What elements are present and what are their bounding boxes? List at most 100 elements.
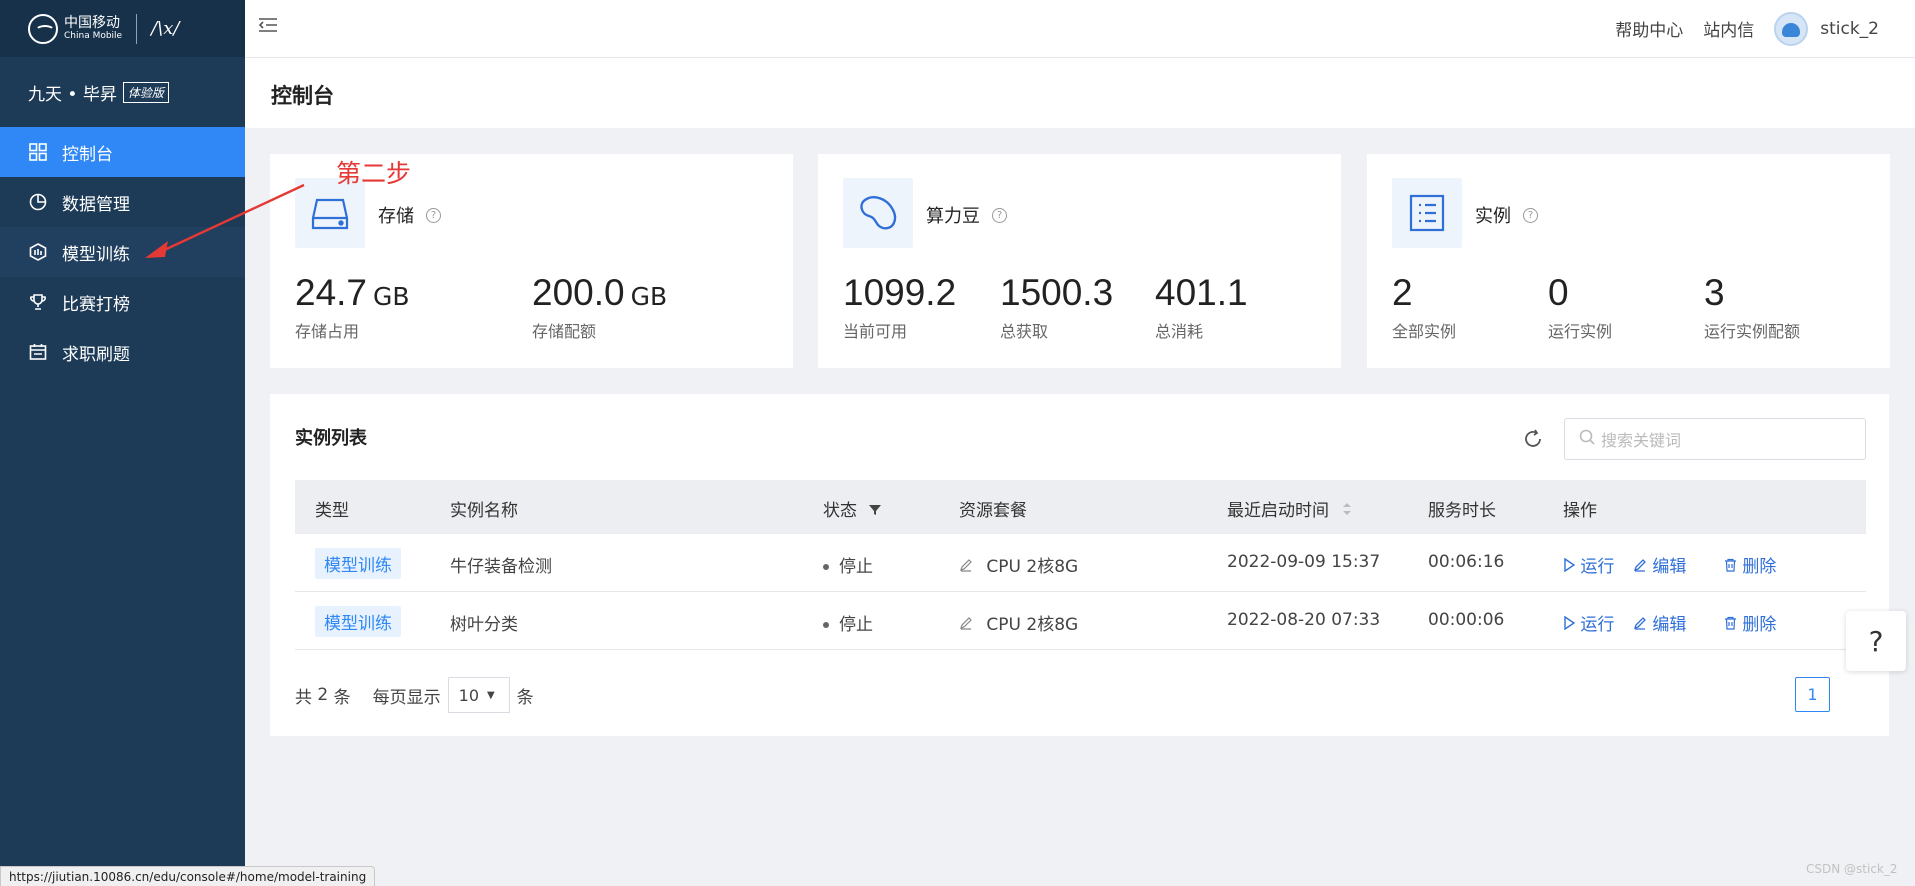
beans-total-value: 1500.3 [1000,272,1114,313]
delete-button[interactable]: 删除 [1724,552,1776,577]
top-header: 帮助中心 站内信 stick_2 [245,0,1915,57]
page-size-select[interactable]: 10 ▼ [447,677,510,713]
page-size-value: 10 [458,685,479,705]
instances-running-label: 运行实例 [1548,322,1613,341]
sidebar-item-label: 比赛打榜 [62,294,130,315]
list-icon [1392,178,1462,248]
col-start-time-label: 最近启动时间 [1227,501,1329,521]
run-label: 运行 [1580,615,1615,635]
pagination-info: 共 2 条 每页显示 10 ▼ 条 [295,677,534,713]
delete-label: 删除 [1742,557,1777,577]
inbox-link[interactable]: 站内信 [1703,16,1754,41]
status-text: 停止 [839,615,873,635]
duration: 00:00:06 [1428,610,1505,630]
question-icon[interactable]: ? [426,207,441,223]
page-heading: 控制台 [245,58,1915,128]
sidebar-item-competition[interactable]: 比赛打榜 [0,277,245,327]
instances-quota-value: 3 [1704,272,1725,313]
run-label: 运行 [1580,557,1615,577]
per-page-suffix: 条 [516,687,534,708]
col-resource: 资源套餐 [959,501,1027,521]
col-duration: 服务时长 [1428,501,1496,521]
header-right: 帮助中心 站内信 stick_2 [1615,0,1915,57]
instances-all: 2 全部实例 [1392,272,1456,342]
resource-text: CPU 2核8G [986,615,1079,635]
page-button-current[interactable]: 1 [1795,677,1830,712]
col-status[interactable]: 状态 [823,496,882,521]
question-icon[interactable]: ? [992,207,1007,223]
instances-quota-label: 运行实例配额 [1704,322,1801,341]
instances-card: 实例 ? 2 全部实例 0 运行实例 3 运行实例配额 [1367,154,1890,368]
status-dot-icon [823,564,829,570]
annotation-arrow-icon [145,183,305,258]
trophy-icon [28,292,48,312]
delete-label: 删除 [1742,615,1777,635]
status-dot-icon [823,622,829,628]
run-button[interactable]: 运行 [1563,610,1614,635]
edit-button[interactable]: 编辑 [1633,552,1686,577]
storage-quota-unit: GB [630,282,668,311]
help-center-link[interactable]: 帮助中心 [1615,16,1683,41]
resource-text: CPU 2核8G [986,557,1079,577]
trash-icon [1725,616,1736,630]
resource-cell: CPU 2核8G [959,552,1078,577]
beans-consumed-label: 总消耗 [1155,322,1204,341]
edit-button[interactable]: 编辑 [1633,610,1686,635]
duration: 00:06:16 [1428,552,1505,572]
delete-button[interactable]: 删除 [1724,610,1776,635]
search-icon [1579,429,1595,449]
col-start-time[interactable]: 最近启动时间 [1227,496,1352,521]
instances-all-label: 全部实例 [1392,322,1457,341]
storage-title-text: 存储 [378,206,414,227]
edit-label: 编辑 [1652,557,1687,577]
table-row: 模型训练 牛仔装备检测 停止 CPU 2核8G 2022-09-09 15:37… [295,534,1866,592]
beans-title: 算力豆 ? [926,202,1007,228]
per-page-label: 每页显示 [372,687,441,708]
edit-label: 编辑 [1652,615,1687,635]
beans-title-text: 算力豆 [926,206,980,227]
type-tag: 模型训练 [315,548,401,579]
watermark: CSDN @stick_2 [1806,862,1898,876]
sidebar-item-label: 求职刷题 [62,344,130,365]
run-button[interactable]: 运行 [1563,552,1614,577]
status-cell: 停止 [823,610,873,635]
beans-available: 1099.2 当前可用 [843,272,956,342]
filter-icon[interactable] [868,504,882,516]
edit-icon [1633,617,1646,630]
instances-title-text: 实例 [1475,206,1511,227]
storage-title: 存储 ? [378,202,441,228]
question-icon[interactable]: ? [1523,207,1538,223]
storage-used-value: 24.7 [295,272,368,313]
type-tag: 模型训练 [315,606,401,637]
instance-name[interactable]: 树叶分类 [450,610,518,635]
col-type: 类型 [315,501,349,521]
sidebar-item-job-practice[interactable]: 求职刷题 [0,327,245,377]
refresh-icon[interactable] [1522,428,1544,450]
total-suffix: 条 [333,687,351,708]
trash-icon [1725,558,1736,572]
calendar-icon [28,342,48,362]
pencil-icon[interactable] [959,616,973,630]
col-actions: 操作 [1563,501,1597,521]
instance-list-title: 实例列表 [295,428,367,449]
beans-total-label: 总获取 [1000,322,1049,341]
table-row: 模型训练 树叶分类 停止 CPU 2核8G 2022-08-20 07:33 0… [295,592,1866,650]
total-prefix: 共 [295,687,312,708]
sort-icon[interactable] [1342,502,1352,516]
pencil-icon[interactable] [959,558,973,572]
edit-icon [1633,559,1646,572]
help-fab-button[interactable]: ? [1846,611,1906,671]
avatar[interactable] [1774,11,1809,46]
instances-all-value: 2 [1392,272,1413,313]
storage-used-label: 存储占用 [295,322,360,341]
beans-consumed: 401.1 总消耗 [1155,272,1248,342]
col-name: 实例名称 [450,501,518,521]
instance-list-panel: 实例列表 搜索关键词 类型 实例名称 状态 资源套餐 最近启动时间 服务时长 操… [270,394,1889,736]
search-input[interactable]: 搜索关键词 [1564,418,1866,460]
beans-consumed-value: 401.1 [1155,272,1248,313]
resource-cell: CPU 2核8G [959,610,1078,635]
instances-quota: 3 运行实例配额 [1704,272,1800,342]
beans-total: 1500.3 总获取 [1000,272,1113,342]
username[interactable]: stick_2 [1820,19,1879,39]
instance-name[interactable]: 牛仔装备检测 [450,552,552,577]
